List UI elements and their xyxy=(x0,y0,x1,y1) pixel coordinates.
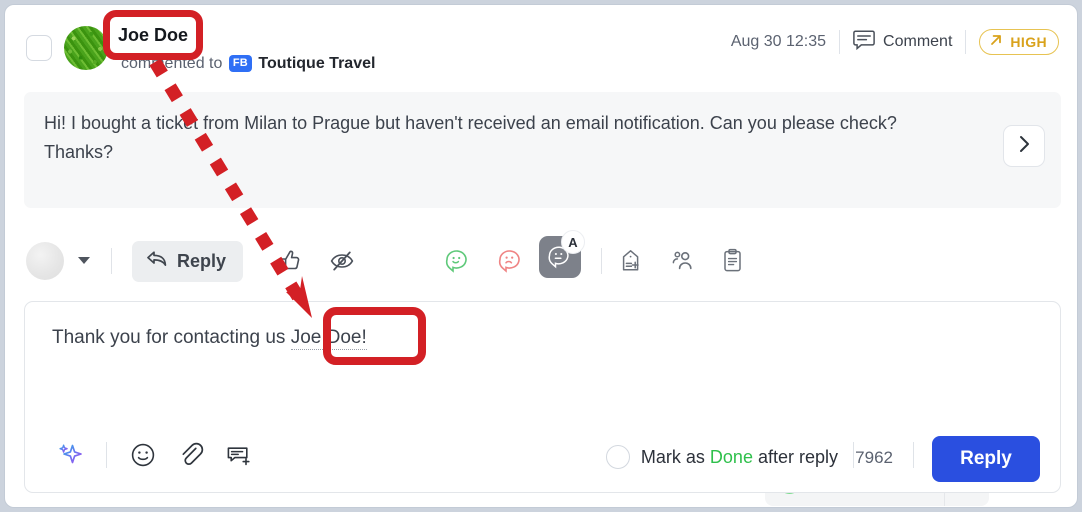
expand-message-button[interactable] xyxy=(1003,125,1045,167)
reply-composer[interactable]: Thank you for contacting us Joe Doe! Mar… xyxy=(24,301,1061,493)
mark-done-suffix: after reply xyxy=(752,446,838,467)
divider xyxy=(913,442,914,468)
send-reply-button[interactable]: Reply xyxy=(932,436,1040,482)
mark-done-after-checkbox[interactable] xyxy=(605,445,630,469)
divider xyxy=(853,442,854,468)
sentiment-negative-button[interactable] xyxy=(494,244,528,278)
divider xyxy=(601,248,602,274)
mark-done-prefix: Mark as xyxy=(640,446,710,467)
priority-badge[interactable]: HIGH xyxy=(979,29,1059,55)
notes-button[interactable] xyxy=(716,244,750,278)
ticket-source-line: commented to FB Toutique Travel xyxy=(121,55,375,73)
hide-button[interactable] xyxy=(325,244,359,278)
auto-sentiment-badge: A xyxy=(561,230,585,254)
comment-bubble-icon xyxy=(853,29,875,55)
message-card: Hi! I bought a ticket from Milan to Prag… xyxy=(24,92,1061,208)
message-text: Hi! I bought a ticket from Milan to Prag… xyxy=(44,113,897,162)
eye-slash-icon xyxy=(330,251,354,271)
character-counter: 7962 xyxy=(855,448,893,467)
smiley-chat-icon xyxy=(445,250,467,273)
thumbs-up-icon xyxy=(279,250,300,270)
divider xyxy=(106,442,107,468)
reply-footer: Mark as Done after reply 7962 Reply xyxy=(25,418,1060,492)
chevron-down-icon[interactable] xyxy=(78,257,90,264)
ticket-timestamp: Aug 30 12:35 xyxy=(730,33,827,50)
reply-arrow-icon xyxy=(146,250,168,274)
header-meta-group: Aug 30 12:35 Comment HIGH xyxy=(731,27,1059,57)
author-name: Joe Doe xyxy=(121,27,187,46)
ticket-type-label: Comment xyxy=(883,33,953,50)
sentiment-positive-button[interactable] xyxy=(441,244,475,278)
people-icon xyxy=(672,251,692,270)
paperclip-icon xyxy=(182,442,204,465)
attachment-button[interactable] xyxy=(173,437,209,473)
add-tag-icon xyxy=(622,250,639,271)
agent-avatar[interactable] xyxy=(26,242,64,280)
emoji-smiley-icon xyxy=(131,443,155,467)
mark-done-after-reply-option[interactable]: Mark as Done after reply xyxy=(605,445,838,469)
reply-text-prefix: Thank you for contacting us xyxy=(52,327,291,348)
mark-done-after-label: Mark as Done after reply xyxy=(641,447,838,468)
reply-button-label: Reply xyxy=(177,251,227,271)
divider xyxy=(111,248,112,274)
merge-field-token[interactable]: Joe Doe! xyxy=(290,327,367,350)
canned-response-button[interactable] xyxy=(221,437,257,473)
canned-response-icon xyxy=(227,447,250,466)
ai-sparkle-icon xyxy=(59,444,82,464)
chevron-right-icon xyxy=(1017,135,1031,158)
mark-done-highlight: Done xyxy=(709,446,753,467)
action-text: commented to xyxy=(121,55,223,72)
ticket-type: Comment xyxy=(853,29,953,55)
divider xyxy=(965,30,967,54)
author-avatar[interactable] xyxy=(64,26,108,70)
ai-assist-button[interactable] xyxy=(53,437,89,473)
facebook-badge: FB xyxy=(228,55,252,72)
add-tag-button[interactable] xyxy=(614,244,648,278)
like-button[interactable] xyxy=(273,244,307,278)
ticket-header: Joe Doe commented to FB Toutique Travel … xyxy=(5,5,1077,87)
clipboard-icon xyxy=(724,248,741,272)
assign-button[interactable] xyxy=(665,244,699,278)
arrow-up-right-icon xyxy=(989,33,1003,50)
ticket-detail-panel: Joe Doe commented to FB Toutique Travel … xyxy=(4,4,1078,508)
reply-draft-text[interactable]: Thank you for contacting us Joe Doe! xyxy=(52,327,367,350)
page-name: Toutique Travel xyxy=(258,55,376,72)
sad-chat-icon xyxy=(498,250,520,273)
emoji-button[interactable] xyxy=(125,437,161,473)
ticket-select-checkbox[interactable] xyxy=(26,35,52,61)
reply-button[interactable]: Reply xyxy=(132,241,244,282)
divider xyxy=(839,30,841,54)
priority-label: HIGH xyxy=(1010,33,1047,50)
